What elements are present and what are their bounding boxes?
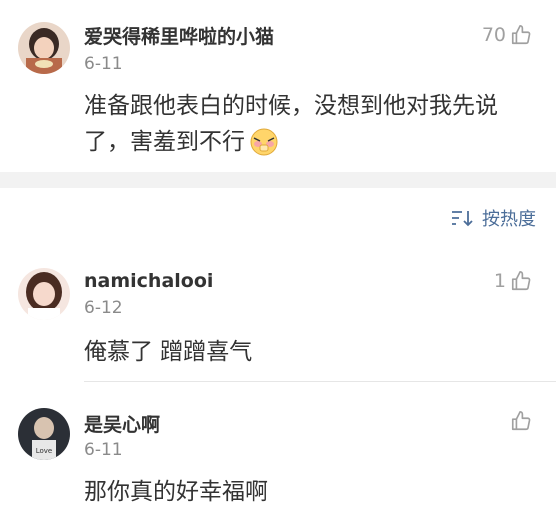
section-separator [0,172,556,188]
avatar[interactable] [18,22,70,74]
comment-text: 俺慕了 蹭蹭喜气 [84,339,253,365]
comment-date: 6-12 [84,298,123,318]
comment-text-line: 了，害羞到不行 [84,129,245,155]
divider [84,381,556,382]
shy-face-emoji [250,128,278,156]
thumbs-up-icon [511,25,531,45]
comment-date: 6-11 [84,440,123,460]
sort-label: 按热度 [482,209,536,230]
avatar[interactable] [18,268,70,320]
sort-by-hot-button[interactable]: 按热度 [450,205,536,231]
comment-text-line-2: 了，害羞到不行 [84,124,544,160]
like-count: 1 [493,270,506,292]
comment-text: 那你真的好幸福啊 [84,479,268,505]
thumbs-up-icon [511,411,531,431]
username[interactable]: 是吴心啊 [84,410,160,437]
username[interactable]: 爱哭得稀里哗啦的小猫 [84,22,274,49]
like-button[interactable]: 1 [494,270,532,292]
like-button[interactable]: 70 [482,24,532,46]
comment-date: 6-11 [84,54,123,74]
comment-text: 准备跟他表白的时候，没想到他对我先说 了，害羞到不行 [84,88,544,160]
svg-text:Love: Love [36,447,53,455]
like-count: 70 [481,24,506,46]
username[interactable]: namichalooi [84,270,213,292]
sort-icon [452,211,473,227]
thumbs-up-icon [511,271,531,291]
avatar[interactable]: Love [18,408,70,460]
comment-text-line: 准备跟他表白的时候，没想到他对我先说 [84,93,498,119]
like-button[interactable] [506,410,532,432]
